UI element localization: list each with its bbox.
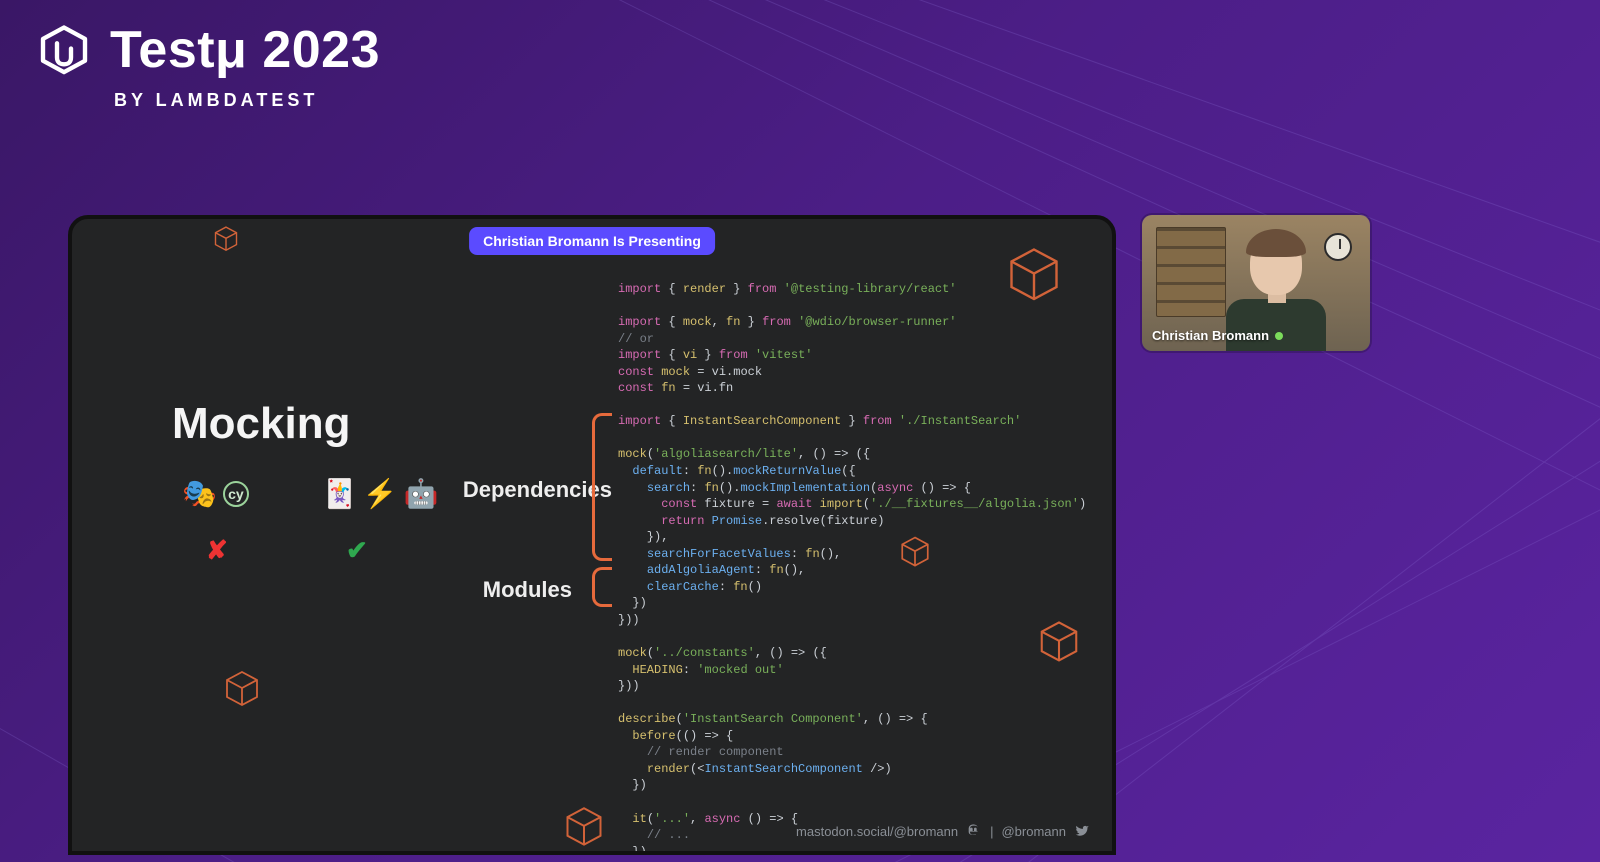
cube-icon — [898, 535, 932, 569]
logo-mark-icon — [36, 24, 92, 80]
presenter-webcam: Christian Bromann — [1142, 215, 1370, 351]
event-title: Testμ 2023 — [110, 24, 380, 76]
label-dependencies: Dependencies — [463, 477, 612, 503]
brace-dependencies-icon — [592, 413, 612, 561]
mastodon-icon — [966, 823, 982, 839]
cube-icon — [1004, 245, 1064, 305]
col2-mark: ✔ — [322, 534, 432, 566]
col1-icons: 🎭 cy — [182, 477, 292, 510]
theater-masks-icon: 🎭 — [182, 477, 217, 510]
jest-icon: 🃏 — [322, 477, 357, 510]
col1-mark: ✘ — [182, 534, 292, 566]
cube-icon — [212, 225, 240, 253]
event-subtitle: BY LAMBDATEST — [114, 90, 380, 111]
mastodon-handle: mastodon.social/@bromann — [796, 824, 958, 839]
col2-icons: 🃏 ⚡ 🤖 — [322, 477, 432, 510]
presenter-name-label: Christian Bromann — [1152, 328, 1283, 343]
tool-icon-grid: 🎭 cy 🃏 ⚡ 🤖 ✘ ✔ — [182, 477, 432, 566]
presenter-badge: Christian Bromann Is Presenting — [469, 227, 715, 255]
vitest-icon: ⚡ — [363, 477, 398, 510]
twitter-handle: @bromann — [1001, 824, 1066, 839]
live-indicator-icon — [1275, 332, 1283, 340]
brace-modules-icon — [592, 567, 612, 607]
presenter-name: Christian Bromann — [1152, 328, 1269, 343]
code-sample: import { render } from '@testing-library… — [618, 281, 1106, 855]
slide-footer: mastodon.social/@bromann | @bromann — [796, 823, 1090, 839]
label-modules: Modules — [483, 577, 572, 603]
wdio-icon: 🤖 — [404, 477, 439, 510]
slide-title: Mocking — [172, 399, 350, 449]
cypress-icon: cy — [223, 481, 249, 507]
event-logo: Testμ 2023 BY LAMBDATEST — [36, 24, 380, 111]
twitter-icon — [1074, 823, 1090, 839]
cube-icon — [222, 669, 262, 709]
footer-separator: | — [990, 824, 993, 839]
cube-icon — [562, 805, 606, 849]
cube-icon — [1036, 619, 1082, 665]
presentation-slide: Christian Bromann Is Presenting Mocking … — [68, 215, 1116, 855]
